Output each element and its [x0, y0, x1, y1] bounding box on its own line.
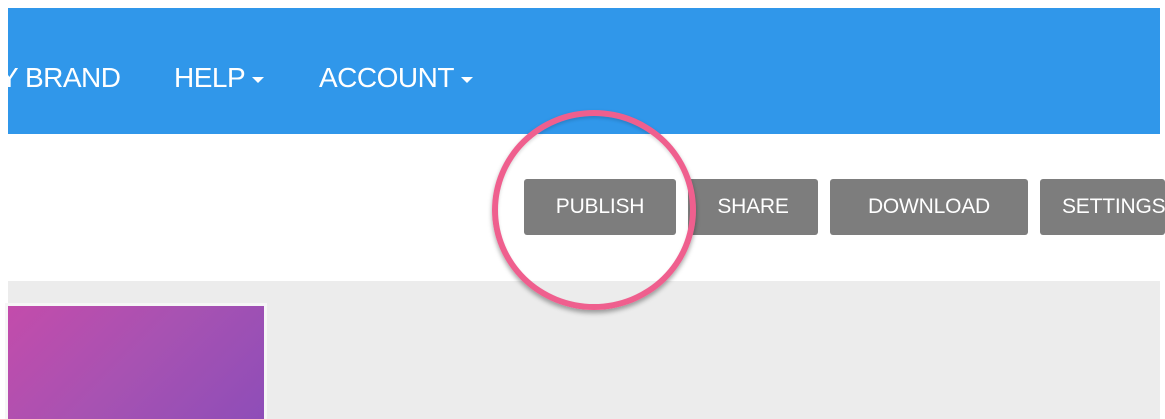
nav-item-my-brand[interactable]: Y BRAND — [0, 58, 121, 98]
caret-down-icon — [252, 76, 265, 83]
publish-button[interactable]: PUBLISH — [524, 179, 676, 235]
download-button[interactable]: DOWNLOAD — [830, 179, 1028, 235]
nav-item-label: Y BRAND — [0, 62, 121, 93]
nav-item-label: ACCOUNT — [319, 62, 454, 93]
page: Y BRAND HELP ACCOUNT PUBLISH SHARE DOWNL… — [0, 0, 1165, 419]
settings-button[interactable]: SETTINGS — [1040, 179, 1165, 235]
caret-down-icon — [460, 76, 473, 83]
design-thumbnail[interactable] — [8, 306, 264, 419]
share-button[interactable]: SHARE — [688, 179, 818, 235]
nav-item-help[interactable]: HELP — [174, 58, 265, 98]
nav-item-account[interactable]: ACCOUNT — [319, 58, 473, 98]
top-navbar: Y BRAND HELP ACCOUNT — [0, 8, 1160, 134]
nav-item-label: HELP — [174, 62, 246, 93]
